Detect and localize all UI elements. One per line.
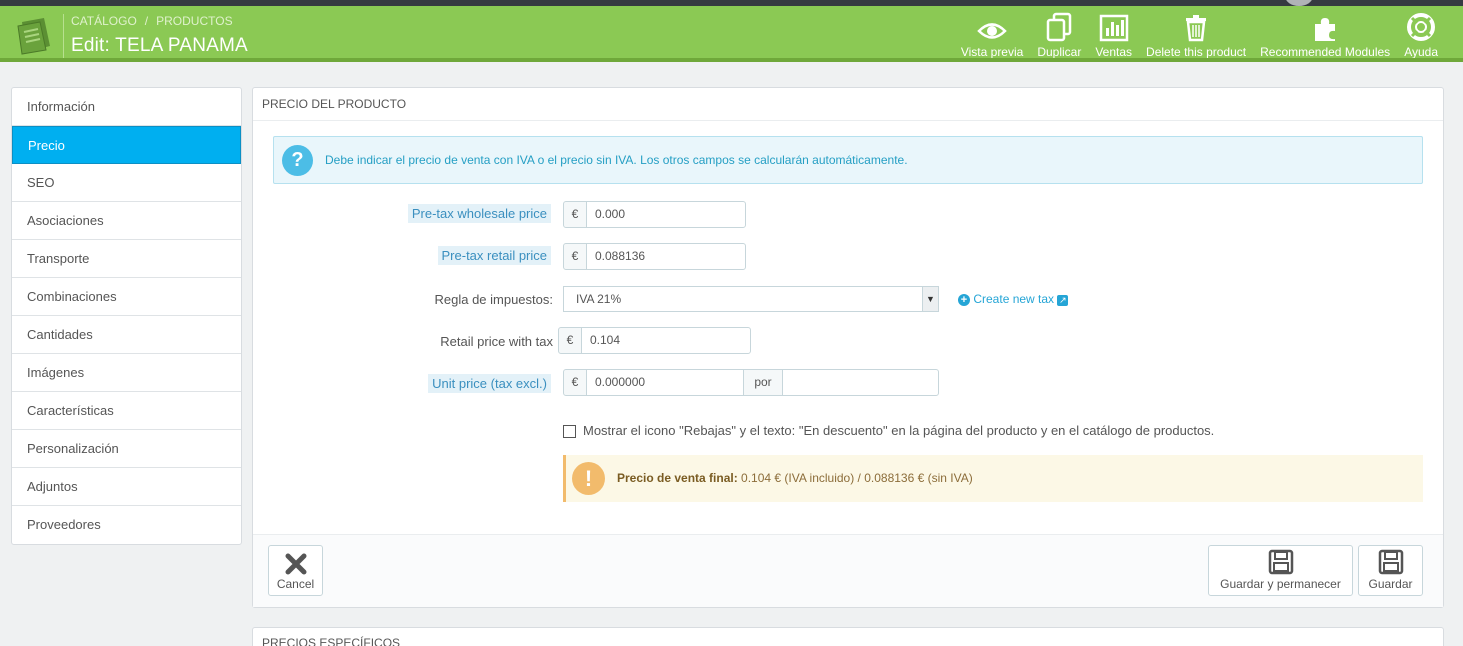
sidebar-item-combinaciones[interactable]: Combinaciones xyxy=(12,278,241,316)
wholesale-price-label-wrap: Pre-tax wholesale price xyxy=(403,204,551,223)
header-toolbar: Vista previa Duplicar Ventas Delete this… xyxy=(954,12,1445,64)
sidebar-item-seo[interactable]: SEO xyxy=(12,164,241,202)
final-price-value: 0.104 € (IVA incluido) / 0.088136 € (sin… xyxy=(741,471,973,485)
price-panel-footer: Cancel Guardar y permanecer Guardar xyxy=(253,534,1443,607)
recommended-modules-label: Recommended Modules xyxy=(1260,45,1391,59)
cancel-button[interactable]: Cancel xyxy=(268,545,323,596)
info-alert-text: Debe indicar el precio de venta con IVA … xyxy=(325,153,908,167)
duplicate-label: Duplicar xyxy=(1037,45,1082,59)
close-icon xyxy=(285,553,306,575)
external-link-icon: ↗ xyxy=(1057,295,1069,306)
specific-prices-heading: PRECIOS ESPECÍFICOS xyxy=(262,636,401,646)
price-panel-heading: PRECIO DEL PRODUCTO xyxy=(253,88,1443,121)
price-panel: PRECIO DEL PRODUCTO ? Debe indicar el pr… xyxy=(252,87,1444,608)
header-bottom-border xyxy=(0,58,1463,62)
info-alert: ? Debe indicar el precio de venta con IV… xyxy=(273,136,1423,184)
sidebar-item-asociaciones[interactable]: Asociaciones xyxy=(12,202,241,240)
bar-chart-icon xyxy=(1099,14,1128,42)
page-header: CATÁLOGO / PRODUCTOS Edit: TELA PANAMA Vis… xyxy=(0,6,1463,59)
catalog-book-icon xyxy=(14,16,56,56)
sidebar-item-transporte[interactable]: Transporte xyxy=(12,240,241,278)
retail-price-input[interactable]: 0.088136 xyxy=(586,243,746,270)
chevron-down-icon: ▼ xyxy=(922,287,938,311)
sidebar-item-caracteristicas[interactable]: Características xyxy=(12,392,241,430)
unit-price-label-wrap: Unit price (tax excl.) xyxy=(403,374,551,393)
wholesale-price-label: Pre-tax wholesale price xyxy=(407,204,551,223)
sidebar-item-adjuntos[interactable]: Adjuntos xyxy=(12,468,241,506)
floppy-disk-icon xyxy=(1378,549,1403,575)
sidebar-item-informacion[interactable]: Información xyxy=(12,88,241,126)
help-label: Ayuda xyxy=(1404,45,1438,59)
sidebar-item-proveedores[interactable]: Proveedores xyxy=(12,506,241,544)
breadcrumb-separator: / xyxy=(144,14,149,28)
page-title: Edit: TELA PANAMA xyxy=(71,35,248,56)
on-sale-checkbox[interactable] xyxy=(563,425,576,438)
sales-label: Ventas xyxy=(1095,45,1133,59)
specific-prices-panel: PRECIOS ESPECÍFICOS xyxy=(252,627,1444,646)
sidebar-item-cantidades[interactable]: Cantidades xyxy=(12,316,241,354)
create-new-tax-link[interactable]: + Create new tax ↗ xyxy=(958,292,1069,306)
wholesale-price-input[interactable]: 0.000 xyxy=(586,201,746,228)
copy-icon xyxy=(1047,12,1072,42)
save-and-stay-label: Guardar y permanecer xyxy=(1220,577,1341,591)
exclamation-icon: ! xyxy=(572,462,605,495)
final-price-alert: ! Precio de venta final: 0.104 € (IVA in… xyxy=(563,455,1423,502)
unit-price-per-addon: por xyxy=(743,369,783,396)
retail-with-tax-input[interactable]: 0.104 xyxy=(581,327,751,354)
trash-icon xyxy=(1186,15,1207,42)
question-icon: ? xyxy=(282,145,313,176)
unit-price-input[interactable]: 0.000000 xyxy=(586,369,744,396)
tax-rule-label: Regla de impuestos: xyxy=(434,292,553,307)
header-divider xyxy=(63,14,64,58)
save-button[interactable]: Guardar xyxy=(1358,545,1423,596)
preview-button[interactable]: Vista previa xyxy=(954,12,1030,64)
retail-price-label-wrap: Pre-tax retail price xyxy=(403,246,551,265)
floppy-disk-icon xyxy=(1268,549,1293,575)
save-and-stay-button[interactable]: Guardar y permanecer xyxy=(1208,545,1353,596)
unit-price-per-input[interactable] xyxy=(782,369,939,396)
product-tabs-sidebar: Información Precio SEO Asociaciones Tran… xyxy=(11,87,242,545)
create-new-tax-label: Create new tax xyxy=(973,292,1055,306)
help-button[interactable]: Ayuda xyxy=(1397,12,1445,64)
recommended-modules-button[interactable]: Recommended Modules xyxy=(1253,12,1397,64)
unit-price-label: Unit price (tax excl.) xyxy=(428,374,551,393)
breadcrumb-products[interactable]: PRODUCTOS xyxy=(156,14,232,28)
final-price-label: Precio de venta final: xyxy=(617,471,738,485)
sales-button[interactable]: Ventas xyxy=(1088,12,1139,64)
puzzle-icon xyxy=(1315,18,1336,41)
lifebuoy-icon xyxy=(1407,13,1436,41)
retail-price-label: Pre-tax retail price xyxy=(437,246,551,265)
retail-with-tax-label: Retail price with tax xyxy=(440,334,553,349)
tax-rule-value: IVA 21% xyxy=(576,292,622,306)
breadcrumb: CATÁLOGO / PRODUCTOS xyxy=(71,14,233,28)
retail-currency-addon: € xyxy=(563,243,587,270)
on-sale-label[interactable]: Mostrar el icono "Rebajas" y el texto: "… xyxy=(583,423,1214,438)
save-label: Guardar xyxy=(1368,577,1413,591)
breadcrumb-catalog[interactable]: CATÁLOGO xyxy=(71,14,137,28)
final-price-text-wrap: Precio de venta final: 0.104 € (IVA incl… xyxy=(617,471,973,485)
wholesale-currency-addon: € xyxy=(563,201,587,228)
sidebar-item-personalizacion[interactable]: Personalización xyxy=(12,430,241,468)
tax-rule-select[interactable]: IVA 21% ▼ xyxy=(563,286,939,312)
eye-icon xyxy=(977,23,1007,39)
sidebar-item-precio[interactable]: Precio xyxy=(12,126,241,164)
delete-product-label: Delete this product xyxy=(1146,45,1247,59)
cancel-label: Cancel xyxy=(276,577,315,591)
duplicate-button[interactable]: Duplicar xyxy=(1030,12,1088,64)
retail-with-tax-currency-addon: € xyxy=(558,327,582,354)
delete-product-button[interactable]: Delete this product xyxy=(1139,12,1253,64)
preview-label: Vista previa xyxy=(960,45,1024,59)
unit-price-currency-addon: € xyxy=(563,369,587,396)
sidebar-item-imagenes[interactable]: Imágenes xyxy=(12,354,241,392)
plus-circle-icon: + xyxy=(958,294,970,306)
